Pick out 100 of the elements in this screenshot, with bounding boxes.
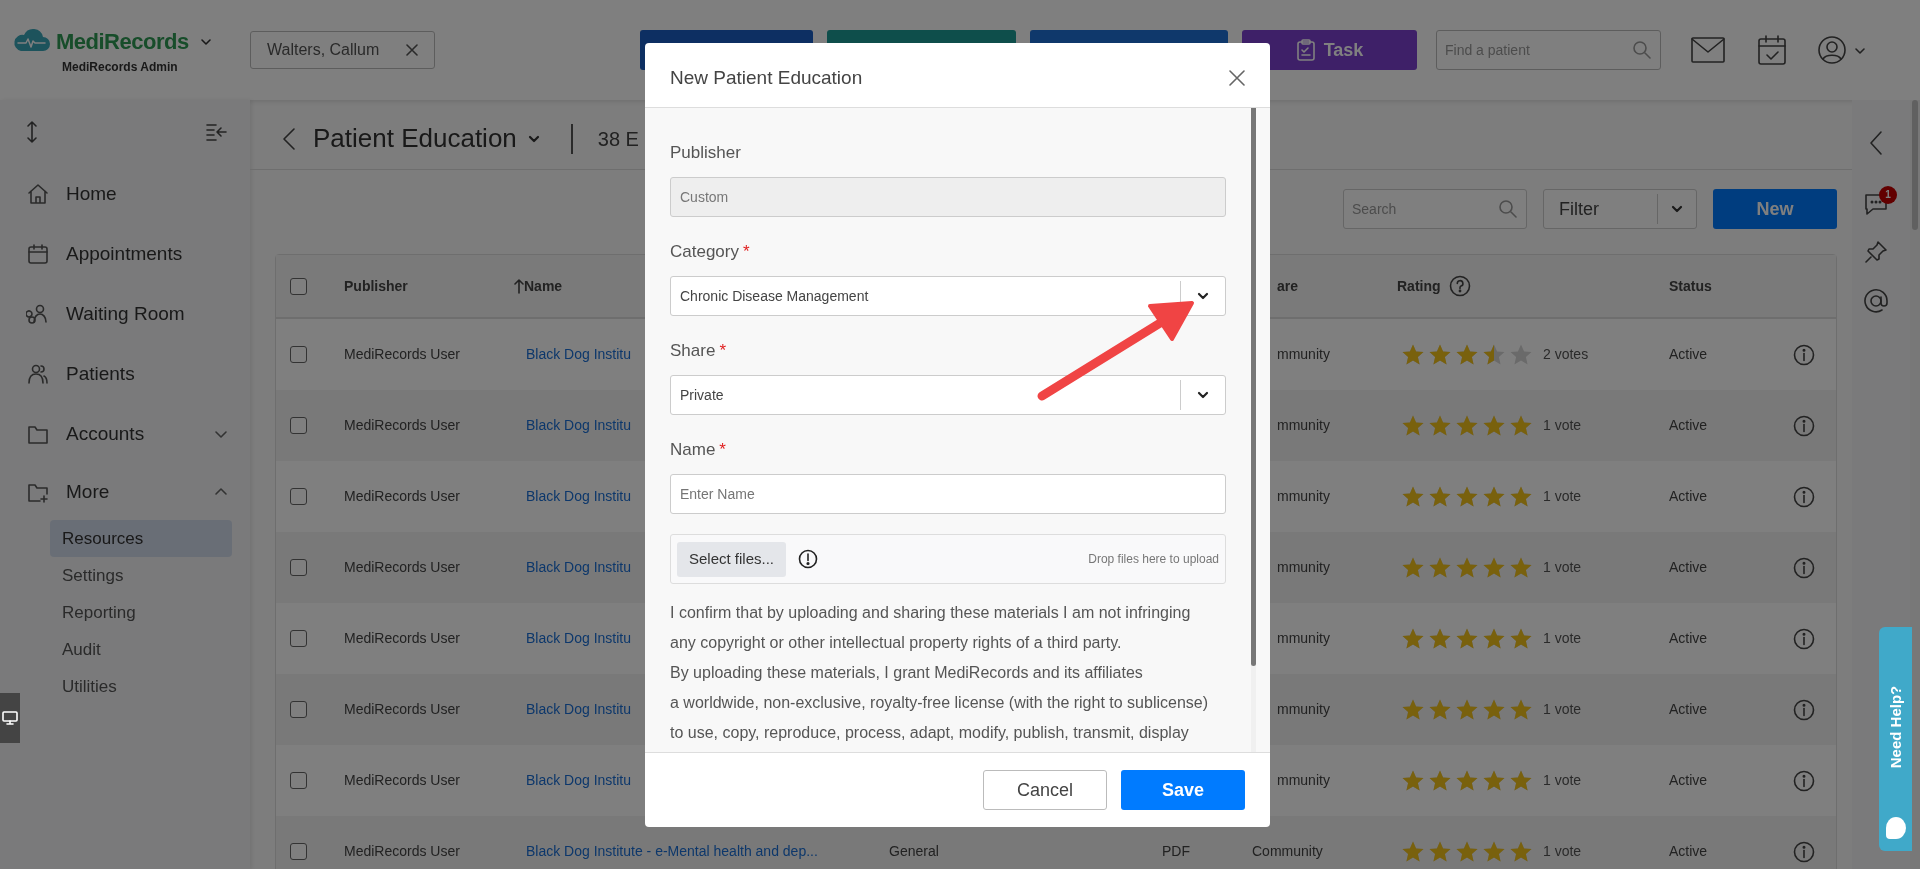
table-cell-text: MediRecords User xyxy=(343,487,461,506)
help-tab[interactable]: Need Help? xyxy=(1879,627,1912,851)
field-label: Share xyxy=(670,340,716,362)
row-checkbox[interactable] xyxy=(290,346,307,363)
select-all-checkbox[interactable] xyxy=(290,277,307,295)
app-logo[interactable]: MediRecords xyxy=(56,24,189,58)
info-icon[interactable] xyxy=(1793,485,1815,508)
close-icon[interactable] xyxy=(1229,70,1245,86)
info-icon[interactable] xyxy=(1793,840,1815,863)
info-icon[interactable] xyxy=(1793,343,1815,366)
notification-badge: 1 xyxy=(1879,186,1897,204)
info-icon[interactable] xyxy=(1793,627,1815,650)
column-header[interactable]: Name xyxy=(524,275,563,297)
pin-icon[interactable] xyxy=(1864,240,1888,264)
status-text: Active xyxy=(1668,558,1709,577)
sidebar-subitem[interactable]: Settings xyxy=(50,557,232,594)
collapse-menu-icon[interactable] xyxy=(206,123,228,141)
filter-dropdown[interactable]: Filter xyxy=(1543,189,1697,229)
people-icon xyxy=(26,302,50,326)
resource-link[interactable]: Black Dog Institu xyxy=(526,417,632,433)
sidebar-subitem[interactable]: Utilities xyxy=(50,668,232,705)
sidebar-item[interactable]: Home xyxy=(0,164,250,224)
app-subtitle: MediRecords Admin xyxy=(62,58,179,76)
row-checkbox[interactable] xyxy=(290,559,307,576)
help-icon xyxy=(1448,275,1471,297)
row-checkbox[interactable] xyxy=(290,630,307,647)
legal-text: I confirm that by uploading and sharing these materials I am not infringing any copyright or other intellectual property rights of a third party. By uploading these materials, I grant MediRecords and its affiliates a worldwide, non-exclusive, royalty-free license (with the right to sublicense) to use, copy, reproduce, process, adapt, modify, publish, transmit, display xyxy=(670,603,1209,743)
header-action-button[interactable]: Task xyxy=(1242,30,1417,70)
home-icon xyxy=(26,182,50,206)
vote-count: 1 vote xyxy=(1543,487,1582,506)
sidebar-subitem[interactable]: Reporting xyxy=(50,594,232,631)
info-icon[interactable] xyxy=(1793,769,1815,792)
table-cell-text: MediRecords User xyxy=(343,700,461,719)
info-icon[interactable] xyxy=(1793,698,1815,721)
page-title[interactable]: Patient Education xyxy=(313,119,517,158)
resource-link[interactable]: Black Dog Institu xyxy=(526,701,632,717)
collapse-panel-icon[interactable] xyxy=(1869,130,1883,156)
monitor-icon xyxy=(2,710,18,726)
sidebar-item[interactable]: Accounts xyxy=(0,404,250,464)
user-icon[interactable] xyxy=(1817,35,1847,65)
table-cell: mmunity xyxy=(1277,488,1330,504)
row-checkbox[interactable] xyxy=(290,701,307,718)
new-button[interactable]: New xyxy=(1713,189,1837,229)
sidebar-item[interactable]: More xyxy=(0,464,250,520)
status-text: Active xyxy=(1668,629,1709,648)
resource-link[interactable]: Black Dog Institute - e-Mental health and dep... xyxy=(526,843,818,859)
dropdown-field[interactable]: Private xyxy=(670,375,1226,415)
sidebar-subitem[interactable]: Audit xyxy=(50,631,232,668)
resource-link[interactable]: Black Dog Institu xyxy=(526,346,632,362)
field-label: Name xyxy=(670,439,716,461)
status-text: Active xyxy=(1668,416,1709,435)
info-icon[interactable] xyxy=(1793,414,1815,437)
name-input-field[interactable]: Enter Name xyxy=(670,474,1226,514)
sidebar-subitem[interactable]: Resources xyxy=(50,520,232,557)
table-cell: General xyxy=(889,843,939,859)
select-files-button[interactable]: Select files... xyxy=(677,541,787,577)
column-header[interactable]: Rating xyxy=(1397,275,1441,297)
close-icon[interactable] xyxy=(406,44,418,56)
chat-icon[interactable] xyxy=(1863,192,1889,216)
dropdown-field[interactable]: Chronic Disease Management xyxy=(670,276,1226,316)
vote-count: 2 votes xyxy=(1543,345,1589,364)
table-cell: mmunity xyxy=(1277,701,1330,717)
table-cell-text: MediRecords User xyxy=(343,629,461,648)
publisher-field: Custom xyxy=(670,177,1226,217)
alert-icon xyxy=(798,549,819,569)
status-text: Active xyxy=(1668,487,1709,506)
field-label: Publisher xyxy=(670,142,741,164)
table-cell-text: MediRecords User xyxy=(343,558,461,577)
table-cell: mmunity xyxy=(1277,559,1330,575)
patient-tab[interactable]: Walters, Callum xyxy=(250,31,435,69)
row-checkbox[interactable] xyxy=(290,417,307,434)
field-label: Category xyxy=(670,241,739,263)
mail-icon[interactable] xyxy=(1691,37,1725,63)
table-cell: mmunity xyxy=(1277,346,1330,362)
status-text: Active xyxy=(1668,345,1709,364)
sidebar-item[interactable]: Waiting Room xyxy=(0,284,250,344)
info-icon[interactable] xyxy=(1793,556,1815,579)
back-icon[interactable] xyxy=(282,126,296,151)
column-header[interactable]: Publisher xyxy=(331,275,501,297)
calendar-check-icon[interactable] xyxy=(1757,34,1787,66)
row-checkbox[interactable] xyxy=(290,772,307,789)
save-button[interactable]: Save xyxy=(1121,770,1245,810)
resource-link[interactable]: Black Dog Institu xyxy=(526,630,632,646)
vote-count: 1 vote xyxy=(1543,700,1582,719)
resource-link[interactable]: Black Dog Institu xyxy=(526,559,632,575)
drop-hint: Drop files here to upload xyxy=(1088,551,1219,568)
cancel-button[interactable]: Cancel xyxy=(983,770,1107,810)
at-sign-icon[interactable] xyxy=(1863,288,1889,314)
vote-count: 1 vote xyxy=(1543,416,1582,435)
row-checkbox[interactable] xyxy=(290,843,307,860)
sidebar-item[interactable]: Patients xyxy=(0,344,250,404)
status-text: Active xyxy=(1668,700,1709,719)
column-header[interactable]: Status xyxy=(1656,275,1781,297)
row-checkbox[interactable] xyxy=(290,488,307,505)
sidebar-item[interactable]: Appointments xyxy=(0,224,250,284)
table-cell-text: MediRecords User xyxy=(343,345,461,364)
vertical-arrows-icon[interactable] xyxy=(25,120,39,144)
resource-link[interactable]: Black Dog Institu xyxy=(526,772,632,788)
resource-link[interactable]: Black Dog Institu xyxy=(526,488,632,504)
side-tab[interactable] xyxy=(0,693,20,743)
